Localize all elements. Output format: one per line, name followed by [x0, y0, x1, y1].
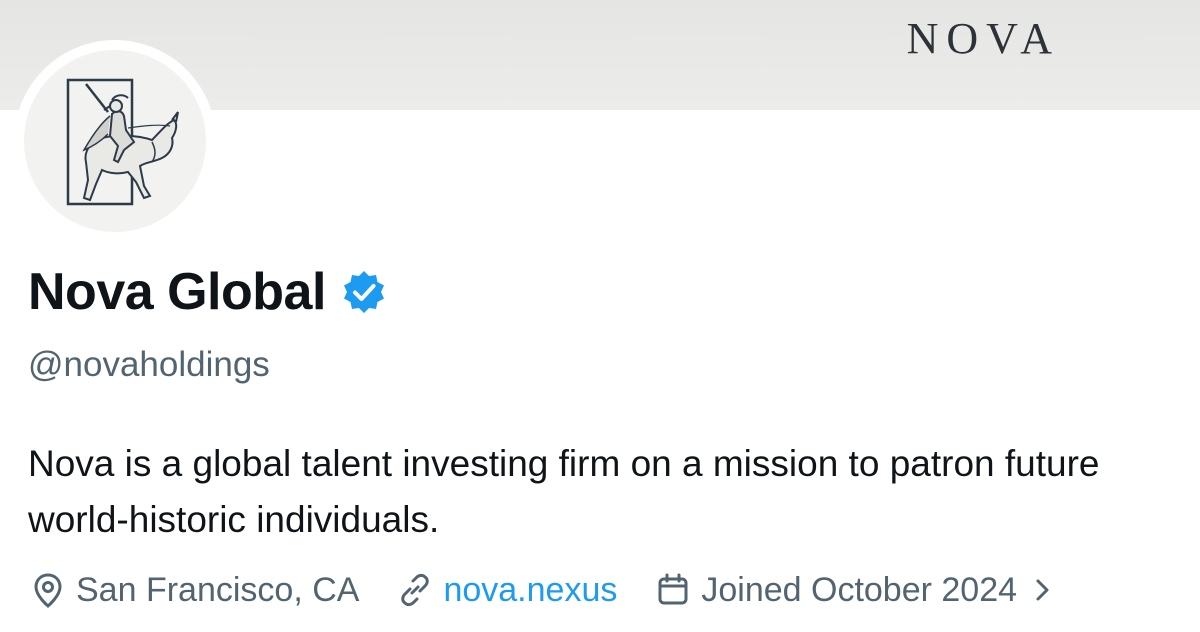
website-link[interactable]: nova.nexus: [443, 571, 617, 610]
location-item: San Francisco, CA: [28, 570, 359, 610]
profile-meta-row: San Francisco, CA nova.nexus Joined Octo…: [28, 570, 1055, 610]
display-name: Nova Global: [28, 263, 326, 321]
profile-handle: @novaholdings: [28, 345, 270, 384]
display-name-row: Nova Global: [28, 262, 388, 322]
chevron-right-icon[interactable]: [1031, 572, 1055, 608]
avatar-image: [24, 50, 206, 232]
calendar-icon: [653, 570, 693, 610]
avatar[interactable]: [14, 40, 216, 242]
link-icon: [395, 570, 435, 610]
banner-brand-text: NOVA: [906, 14, 1060, 63]
joined-text: Joined October 2024: [701, 570, 1018, 609]
profile-bio: Nova is a global talent investing firm o…: [28, 443, 1100, 540]
location-pin-icon: [28, 570, 68, 610]
joined-item: Joined October 2024: [653, 570, 1055, 610]
knight-on-horse-logo: [66, 78, 179, 206]
location-text: San Francisco, CA: [76, 570, 360, 609]
verified-badge-icon[interactable]: [340, 268, 388, 316]
profile-page: NOVA Nova Global @novaholdings Nova is a…: [0, 0, 1200, 632]
website-item[interactable]: nova.nexus: [395, 570, 617, 610]
